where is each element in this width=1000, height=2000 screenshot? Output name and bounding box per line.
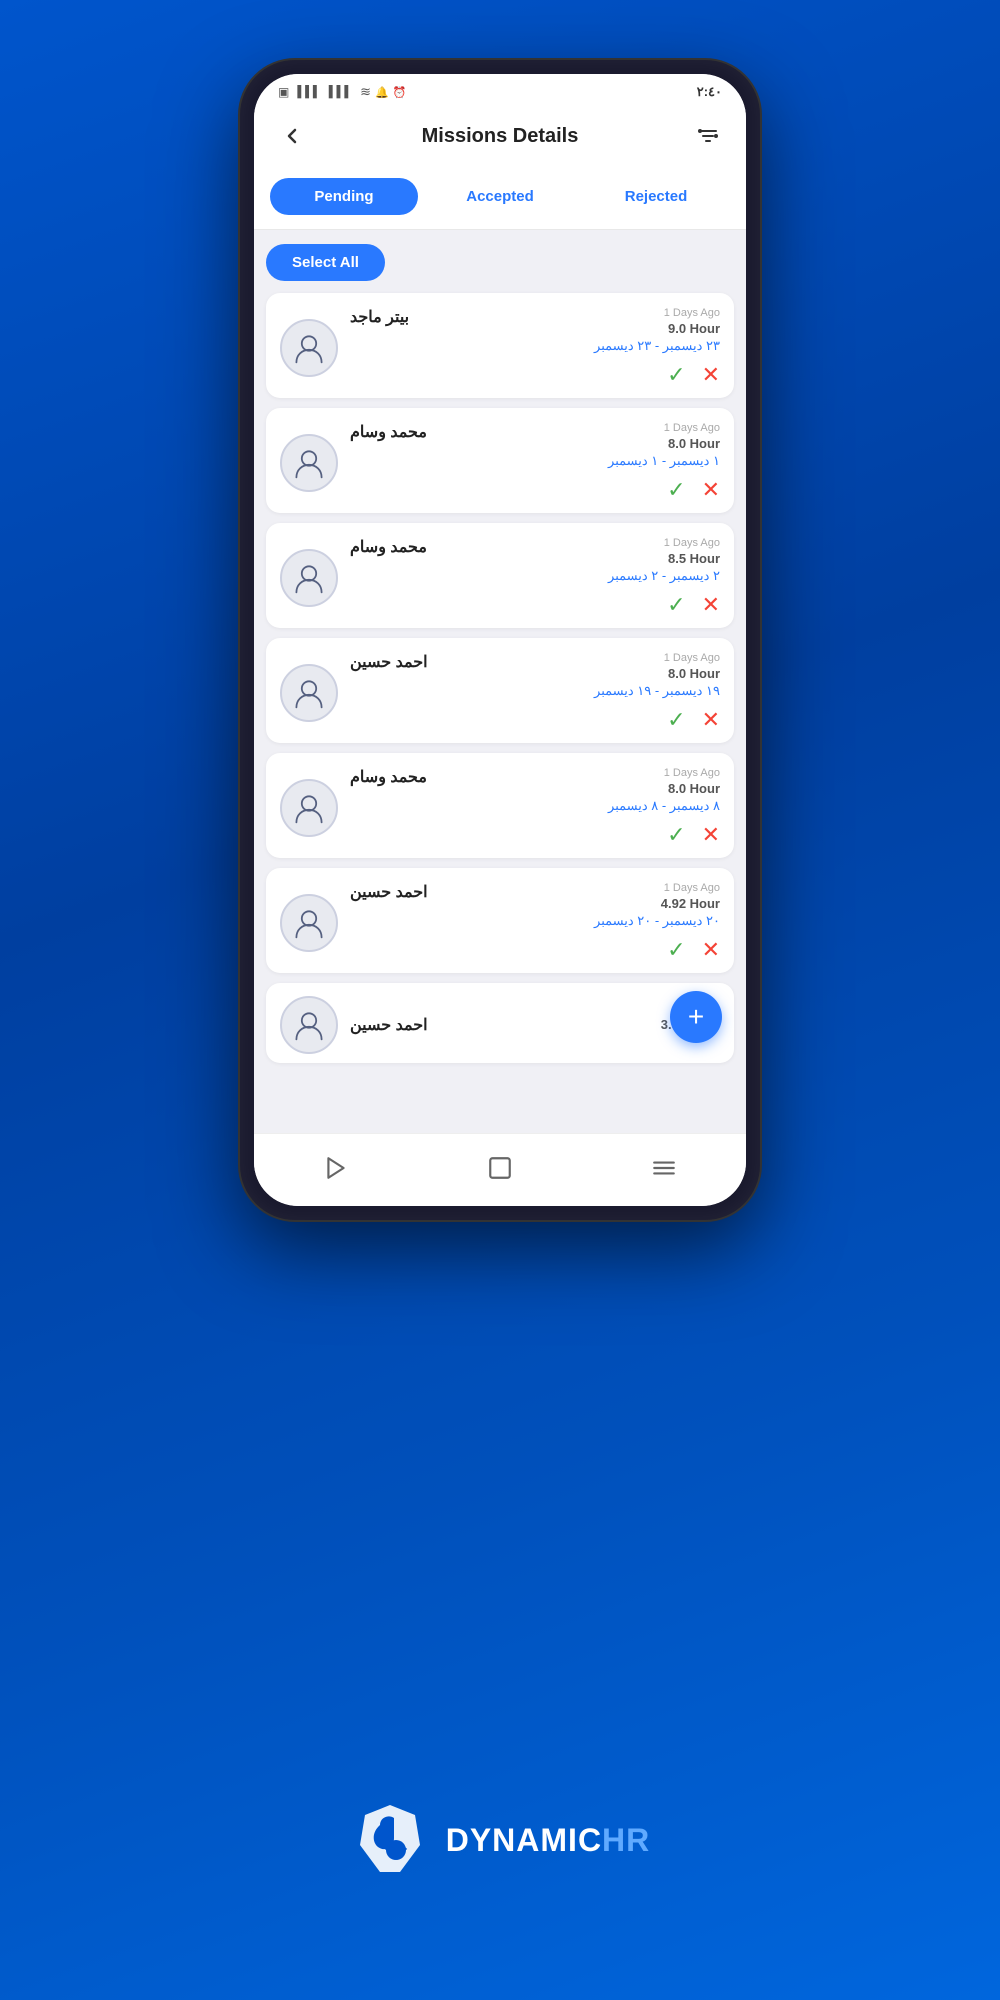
card-actions-6: ✓ ✕ [350, 937, 720, 963]
card-name-2: محمد وسام [350, 422, 427, 442]
accept-button-4[interactable]: ✓ [667, 707, 685, 733]
logo-section: DYNAMICHR [350, 1800, 651, 1880]
days-ago-3: 1 Days Ago [664, 537, 720, 549]
card-body-6: احمد حسين 1 Days Ago 4.92 Hour ٢٠ ديسمبر… [350, 882, 720, 963]
reject-button-6[interactable]: ✕ [702, 937, 720, 963]
card-actions-1: ✓ ✕ [350, 362, 720, 388]
reject-button-3[interactable]: ✕ [702, 592, 720, 618]
nav-menu[interactable] [642, 1146, 686, 1190]
card-actions-3: ✓ ✕ [350, 592, 720, 618]
tab-pending[interactable]: Pending [270, 178, 418, 215]
card-name-5: محمد وسام [350, 767, 427, 787]
accept-button-6[interactable]: ✓ [667, 937, 685, 963]
mission-card-1: بيتر ماجد 1 Days Ago 9.0 Hour ٢٣ ديسمبر … [266, 293, 734, 398]
hours-6: 4.92 Hour [661, 896, 720, 911]
hours-5: 8.0 Hour [668, 781, 720, 796]
clock-status-icon: ⏰ [393, 86, 407, 99]
date-range-3: ٢ ديسمبر - ٢ ديسمبر [350, 568, 720, 584]
nav-play[interactable] [314, 1146, 358, 1190]
hours-1: 9.0 Hour [668, 321, 720, 336]
logo-icon [350, 1800, 430, 1880]
nav-home[interactable] [478, 1146, 522, 1190]
card-body-7: احمد حسين 3.33 Hour [350, 1015, 720, 1035]
card-body-1: بيتر ماجد 1 Days Ago 9.0 Hour ٢٣ ديسمبر … [350, 307, 720, 388]
hours-3: 8.5 Hour [668, 551, 720, 566]
fab-icon: + [688, 1003, 704, 1031]
accept-button-3[interactable]: ✓ [667, 592, 685, 618]
battery-icon: ▣ [278, 85, 289, 99]
filter-button[interactable] [690, 118, 726, 154]
card-name-6: احمد حسين [350, 882, 428, 902]
reject-button-1[interactable]: ✕ [702, 362, 720, 388]
avatar-6 [280, 894, 338, 952]
header: Missions Details [254, 106, 746, 170]
status-time: ٢:٤٠ [697, 84, 722, 100]
date-range-5: ٨ ديسمبر - ٨ ديسمبر [350, 798, 720, 814]
avatar-2 [280, 434, 338, 492]
select-all-button[interactable]: Select All [266, 244, 385, 281]
mission-card-2: محمد وسام 1 Days Ago 8.0 Hour ١ ديسمبر -… [266, 408, 734, 513]
signal-icon: ▌▌▌ [297, 86, 320, 98]
mission-card-4: احمد حسين 1 Days Ago 8.0 Hour ١٩ ديسمبر … [266, 638, 734, 743]
accept-button-5[interactable]: ✓ [667, 822, 685, 848]
bell-icon: 🔔 [375, 86, 389, 99]
hours-4: 8.0 Hour [668, 666, 720, 681]
reject-button-2[interactable]: ✕ [702, 477, 720, 503]
signal2-icon: ▌▌▌ [329, 86, 352, 98]
tab-rejected[interactable]: Rejected [582, 178, 730, 215]
days-ago-6: 1 Days Ago [664, 882, 720, 894]
date-range-4: ١٩ ديسمبر - ١٩ ديسمبر [350, 683, 720, 699]
reject-button-4[interactable]: ✕ [702, 707, 720, 733]
card-name-1: بيتر ماجد [350, 307, 409, 327]
select-all-row: Select All [266, 244, 734, 281]
date-range-6: ٢٠ ديسمبر - ٢٠ ديسمبر [350, 913, 720, 929]
card-body-2: محمد وسام 1 Days Ago 8.0 Hour ١ ديسمبر -… [350, 422, 720, 503]
days-ago-1: 1 Days Ago [664, 307, 720, 319]
tabs-bar: Pending Accepted Rejected [254, 170, 746, 230]
avatar-3 [280, 549, 338, 607]
bottom-nav [254, 1133, 746, 1206]
avatar-1 [280, 319, 338, 377]
mission-card-6: احمد حسين 1 Days Ago 4.92 Hour ٢٠ ديسمبر… [266, 868, 734, 973]
logo-text: DYNAMICHR [446, 1822, 651, 1859]
card-body-3: محمد وسام 1 Days Ago 8.5 Hour ٢ ديسمبر -… [350, 537, 720, 618]
card-body-4: احمد حسين 1 Days Ago 8.0 Hour ١٩ ديسمبر … [350, 652, 720, 733]
tab-accepted[interactable]: Accepted [426, 178, 574, 215]
status-bar: ▣ ▌▌▌ ▌▌▌ ≋ 🔔 ⏰ ٢:٤٠ [254, 74, 746, 106]
card-name-4: احمد حسين [350, 652, 428, 672]
fab-button[interactable]: + [670, 991, 722, 1043]
back-button[interactable] [274, 118, 310, 154]
wifi-icon: ≋ [360, 84, 371, 100]
mission-card-3: محمد وسام 1 Days Ago 8.5 Hour ٢ ديسمبر -… [266, 523, 734, 628]
avatar-4 [280, 664, 338, 722]
page-title: Missions Details [422, 125, 579, 148]
card-body-5: محمد وسام 1 Days Ago 8.0 Hour ٨ ديسمبر -… [350, 767, 720, 848]
content-area: Select All بيتر ماجد 1 Da [254, 230, 746, 1133]
date-range-1: ٢٣ ديسمبر - ٢٣ ديسمبر [350, 338, 720, 354]
logo-highlight: HR [602, 1822, 650, 1858]
card-actions-2: ✓ ✕ [350, 477, 720, 503]
card-actions-4: ✓ ✕ [350, 707, 720, 733]
avatar-7 [280, 996, 338, 1054]
card-actions-5: ✓ ✕ [350, 822, 720, 848]
date-range-2: ١ ديسمبر - ١ ديسمبر [350, 453, 720, 469]
hours-2: 8.0 Hour [668, 436, 720, 451]
days-ago-5: 1 Days Ago [664, 767, 720, 779]
mission-card-7: احمد حسين 3.33 Hour [266, 983, 734, 1063]
accept-button-1[interactable]: ✓ [667, 362, 685, 388]
status-left: ▣ ▌▌▌ ▌▌▌ ≋ 🔔 ⏰ [278, 84, 406, 100]
days-ago-4: 1 Days Ago [664, 652, 720, 664]
card-name-7: احمد حسين [350, 1015, 428, 1035]
reject-button-5[interactable]: ✕ [702, 822, 720, 848]
mission-card-5: محمد وسام 1 Days Ago 8.0 Hour ٨ ديسمبر -… [266, 753, 734, 858]
card-name-3: محمد وسام [350, 537, 427, 557]
avatar-5 [280, 779, 338, 837]
days-ago-2: 1 Days Ago [664, 422, 720, 434]
accept-button-2[interactable]: ✓ [667, 477, 685, 503]
